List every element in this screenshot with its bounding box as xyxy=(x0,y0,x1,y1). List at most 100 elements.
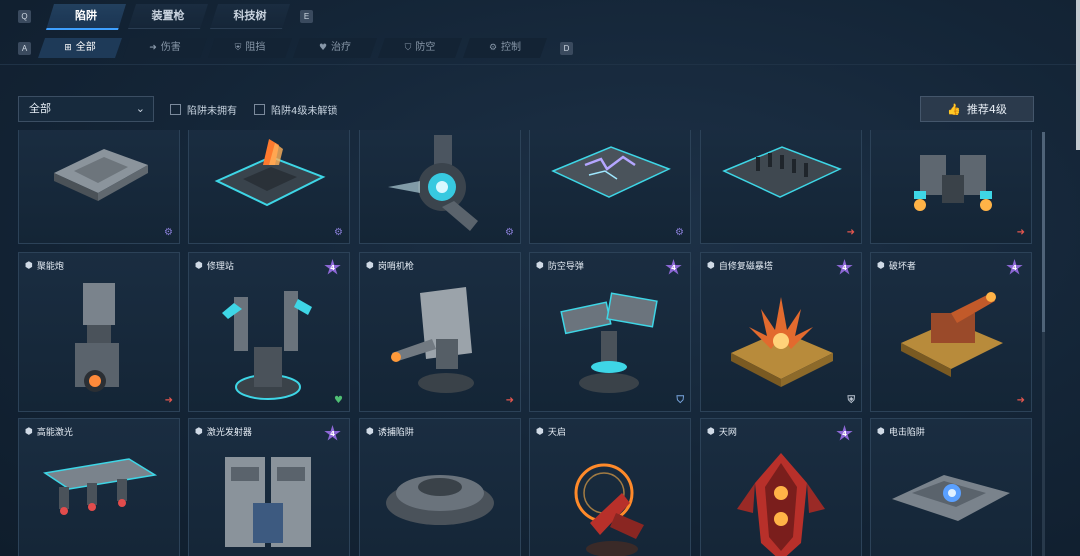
subtab-all[interactable]: ⊞ 全部 xyxy=(38,38,122,58)
trap-name: ⬢ 激光发射器 xyxy=(195,425,252,439)
trap-model-image xyxy=(716,135,846,209)
tab-tech-tree[interactable]: 科技树 xyxy=(210,4,290,29)
role-control-icon: ⚙ xyxy=(164,227,173,238)
trap-name-label: 天网 xyxy=(718,428,737,438)
trap-model-image xyxy=(380,283,500,407)
role-damage-icon: ➜ xyxy=(1016,227,1025,238)
subtab-damage[interactable]: ➜ 伤害 xyxy=(123,38,207,58)
trap-name: ⬢ 电击陷阱 xyxy=(877,425,925,439)
shield-block-icon: ⛨ xyxy=(234,43,242,53)
trap-name-label: 高能激光 xyxy=(36,428,73,438)
checkbox-not-owned[interactable] xyxy=(170,104,181,115)
trap-model-image xyxy=(545,135,675,209)
trap-name-label: 电击陷阱 xyxy=(888,428,925,438)
star-level-badge: 4 xyxy=(836,259,853,275)
trap-card[interactable]: ⬢ 破坏者 4 ➜ xyxy=(870,252,1032,412)
recommend-lv4-button[interactable]: 👍 推荐4级 xyxy=(920,96,1034,122)
trap-model-image xyxy=(891,283,1011,387)
trap-name: ⬢ 聚能炮 xyxy=(25,259,64,273)
role-control-icon: ⚙ xyxy=(505,227,514,238)
trap-card[interactable]: ⬢ 诱捕陷阱 xyxy=(359,418,521,556)
cube-icon: ⬢ xyxy=(25,426,33,437)
trap-card[interactable]: ⬢ 电击陷阱 xyxy=(870,418,1032,556)
star-level-badge: 4 xyxy=(836,425,853,441)
trap-card[interactable]: ⬢ 天网 4 xyxy=(700,418,862,556)
cube-icon: ⬢ xyxy=(707,426,715,437)
trap-name: ⬢ 修理站 xyxy=(195,259,234,273)
trap-card[interactable]: ⬢ 高能激光 xyxy=(18,418,180,556)
trap-name: ⬢ 高能激光 xyxy=(25,425,73,439)
checkbox-lv4-locked-label: 陷阱4级未解锁 xyxy=(271,106,338,117)
trap-card[interactable]: ➜ xyxy=(700,130,862,244)
trap-card[interactable]: ⬢ 防空导弹 4 ⛉ xyxy=(529,252,691,412)
trap-name-label: 激光发射器 xyxy=(206,428,252,438)
tab-device-guns[interactable]: 装置枪 xyxy=(128,4,208,29)
trap-card[interactable]: ⬢ 岗哨机枪 ➜ xyxy=(359,252,521,412)
trap-name-label: 修理站 xyxy=(206,262,234,272)
trap-name: ⬢ 自修复磁暴塔 xyxy=(707,259,773,273)
trap-card[interactable]: ⚙ xyxy=(359,130,521,244)
category-dropdown[interactable]: 全部 ⌄ xyxy=(18,96,154,122)
cube-icon: ⬢ xyxy=(536,260,544,271)
role-damage-icon: ➜ xyxy=(846,227,855,238)
cube-icon: ⬢ xyxy=(707,260,715,271)
dropdown-value: 全部 xyxy=(29,102,51,115)
trap-card[interactable]: ⚙ xyxy=(529,130,691,244)
trap-name-label: 诱捕陷阱 xyxy=(377,428,414,438)
trap-card[interactable]: ⚙ xyxy=(18,130,180,244)
trap-card[interactable]: ⬢ 天启 xyxy=(529,418,691,556)
cube-icon: ⬢ xyxy=(195,426,203,437)
trap-name-label: 聚能炮 xyxy=(36,262,64,272)
scrollbar-thumb[interactable] xyxy=(1042,132,1045,332)
recommend-label: 推荐4级 xyxy=(966,103,1007,116)
subtab-heal[interactable]: ♥ 治疗 xyxy=(293,38,377,58)
tab-traps[interactable]: 陷阱 xyxy=(46,4,126,30)
cube-icon: ⬢ xyxy=(366,426,374,437)
trap-model-image xyxy=(555,283,665,407)
trap-name: ⬢ 岗哨机枪 xyxy=(366,259,414,273)
arrow-damage-icon: ➜ xyxy=(149,43,157,53)
top-tab-bar: 陷阱 装置枪 科技树 xyxy=(46,4,292,30)
chevron-down-icon: ⌄ xyxy=(135,102,145,115)
trap-name: ⬢ 天网 xyxy=(707,425,737,439)
trap-grid: ⚙ ⚙ ⚙ ⚙ ➜ ➜ ⬢ 聚能炮 ➜ ⬢ 修理站 4 ♥ ⬢ 岗哨机枪 ➜ ⬢ 防空导弹 4 ⛉ ⬢ 自修复磁暴塔 4 ⛨ ⬢… xyxy=(18,130,1038,556)
trap-name: ⬢ 防空导弹 xyxy=(536,259,584,273)
subtab-anti-air-label: 防空 xyxy=(415,42,436,53)
trap-model-image xyxy=(209,135,329,219)
subtab-block-label: 阻挡 xyxy=(245,42,266,53)
checkbox-lv4-locked[interactable] xyxy=(254,104,265,115)
star-level-badge: 4 xyxy=(324,425,341,441)
role-damage-icon: ➜ xyxy=(1016,395,1025,406)
gear-control-icon: ⚙ xyxy=(488,43,498,53)
trap-model-image xyxy=(886,453,1016,537)
trap-name: ⬢ 诱捕陷阱 xyxy=(366,425,414,439)
trap-card[interactable]: ⬢ 修理站 4 ♥ xyxy=(188,252,350,412)
trap-card[interactable]: ➜ xyxy=(870,130,1032,244)
hotkey-e: E xyxy=(300,10,313,23)
filter-not-owned[interactable]: 陷阱未拥有 xyxy=(170,102,237,117)
role-block-icon: ⛨ xyxy=(847,395,856,406)
filter-lv4-locked[interactable]: 陷阱4级未解锁 xyxy=(254,102,337,117)
subtab-all-label: 全部 xyxy=(75,42,96,53)
trap-card[interactable]: ⬢ 自修复磁暴塔 4 ⛨ xyxy=(700,252,862,412)
trap-name-label: 天启 xyxy=(547,428,566,438)
trap-card[interactable]: ⚙ xyxy=(188,130,350,244)
subtab-anti-air[interactable]: ⛉ 防空 xyxy=(378,38,462,58)
scrollbar[interactable] xyxy=(1042,132,1045,556)
trap-card[interactable]: ⬢ 激光发射器 4 xyxy=(188,418,350,556)
trap-model-image xyxy=(214,283,324,411)
trap-model-image xyxy=(380,453,500,537)
role-control-icon: ⚙ xyxy=(675,227,684,238)
trap-card[interactable]: ⬢ 聚能炮 ➜ xyxy=(18,252,180,412)
trap-name-label: 岗哨机枪 xyxy=(377,262,414,272)
cube-icon: ⬢ xyxy=(877,426,885,437)
subtab-control[interactable]: ⚙ 控制 xyxy=(463,38,547,58)
hotkey-a: A xyxy=(18,42,31,55)
subtab-damage-label: 伤害 xyxy=(160,42,181,53)
trap-model-image xyxy=(59,283,139,411)
trap-model-image xyxy=(380,135,500,239)
subtab-block[interactable]: ⛨ 阻挡 xyxy=(208,38,292,58)
trap-model-image xyxy=(39,453,159,527)
role-antiair-icon: ⛉ xyxy=(676,395,685,406)
trap-name-label: 防空导弹 xyxy=(547,262,584,272)
